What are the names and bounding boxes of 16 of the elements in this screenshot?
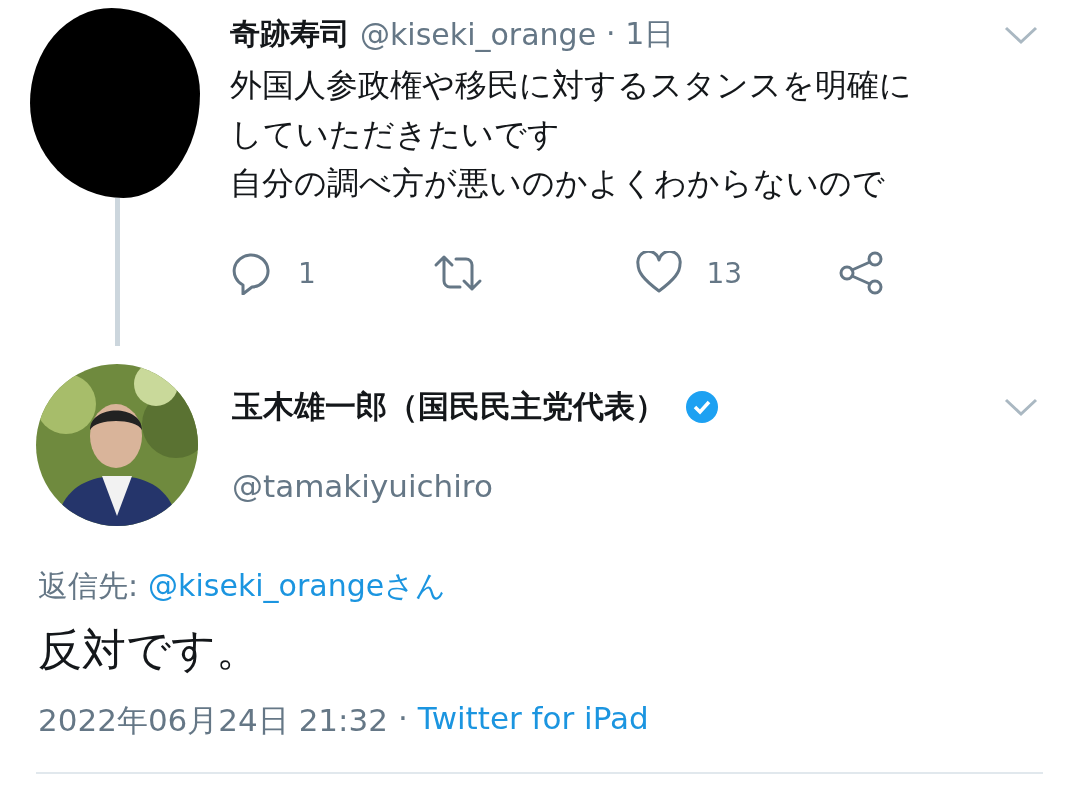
reply-count: 1 bbox=[298, 256, 316, 290]
author-name: 奇跡寿司 bbox=[230, 15, 350, 53]
author-name: 玉木雄一郎（国民民主党代表） bbox=[232, 387, 666, 426]
heart-icon[interactable] bbox=[634, 251, 683, 295]
author-handle: @kiseki_orange bbox=[360, 17, 597, 52]
reply-to-label: 返信先: bbox=[38, 567, 139, 605]
tweet-text: 外国人参政権や移民に対するスタンスを明確にしていただきたいです bbox=[230, 65, 913, 155]
source-link[interactable]: Twitter for iPad bbox=[417, 700, 649, 742]
tweet-text: 反対です。 bbox=[37, 623, 261, 677]
reply-to-link[interactable]: @kiseki_orangeさん bbox=[148, 566, 447, 607]
tweet-text: 自分の調べ方が悪いのかよくわからないので bbox=[230, 163, 886, 204]
separator: · bbox=[398, 700, 408, 738]
tweet-time: · 1日 bbox=[606, 15, 675, 53]
author-handle: @tamakiyuichiro bbox=[232, 468, 494, 504]
timestamp: 2022年06月24日 21:32 bbox=[38, 701, 388, 740]
like-count: 13 bbox=[706, 256, 743, 290]
